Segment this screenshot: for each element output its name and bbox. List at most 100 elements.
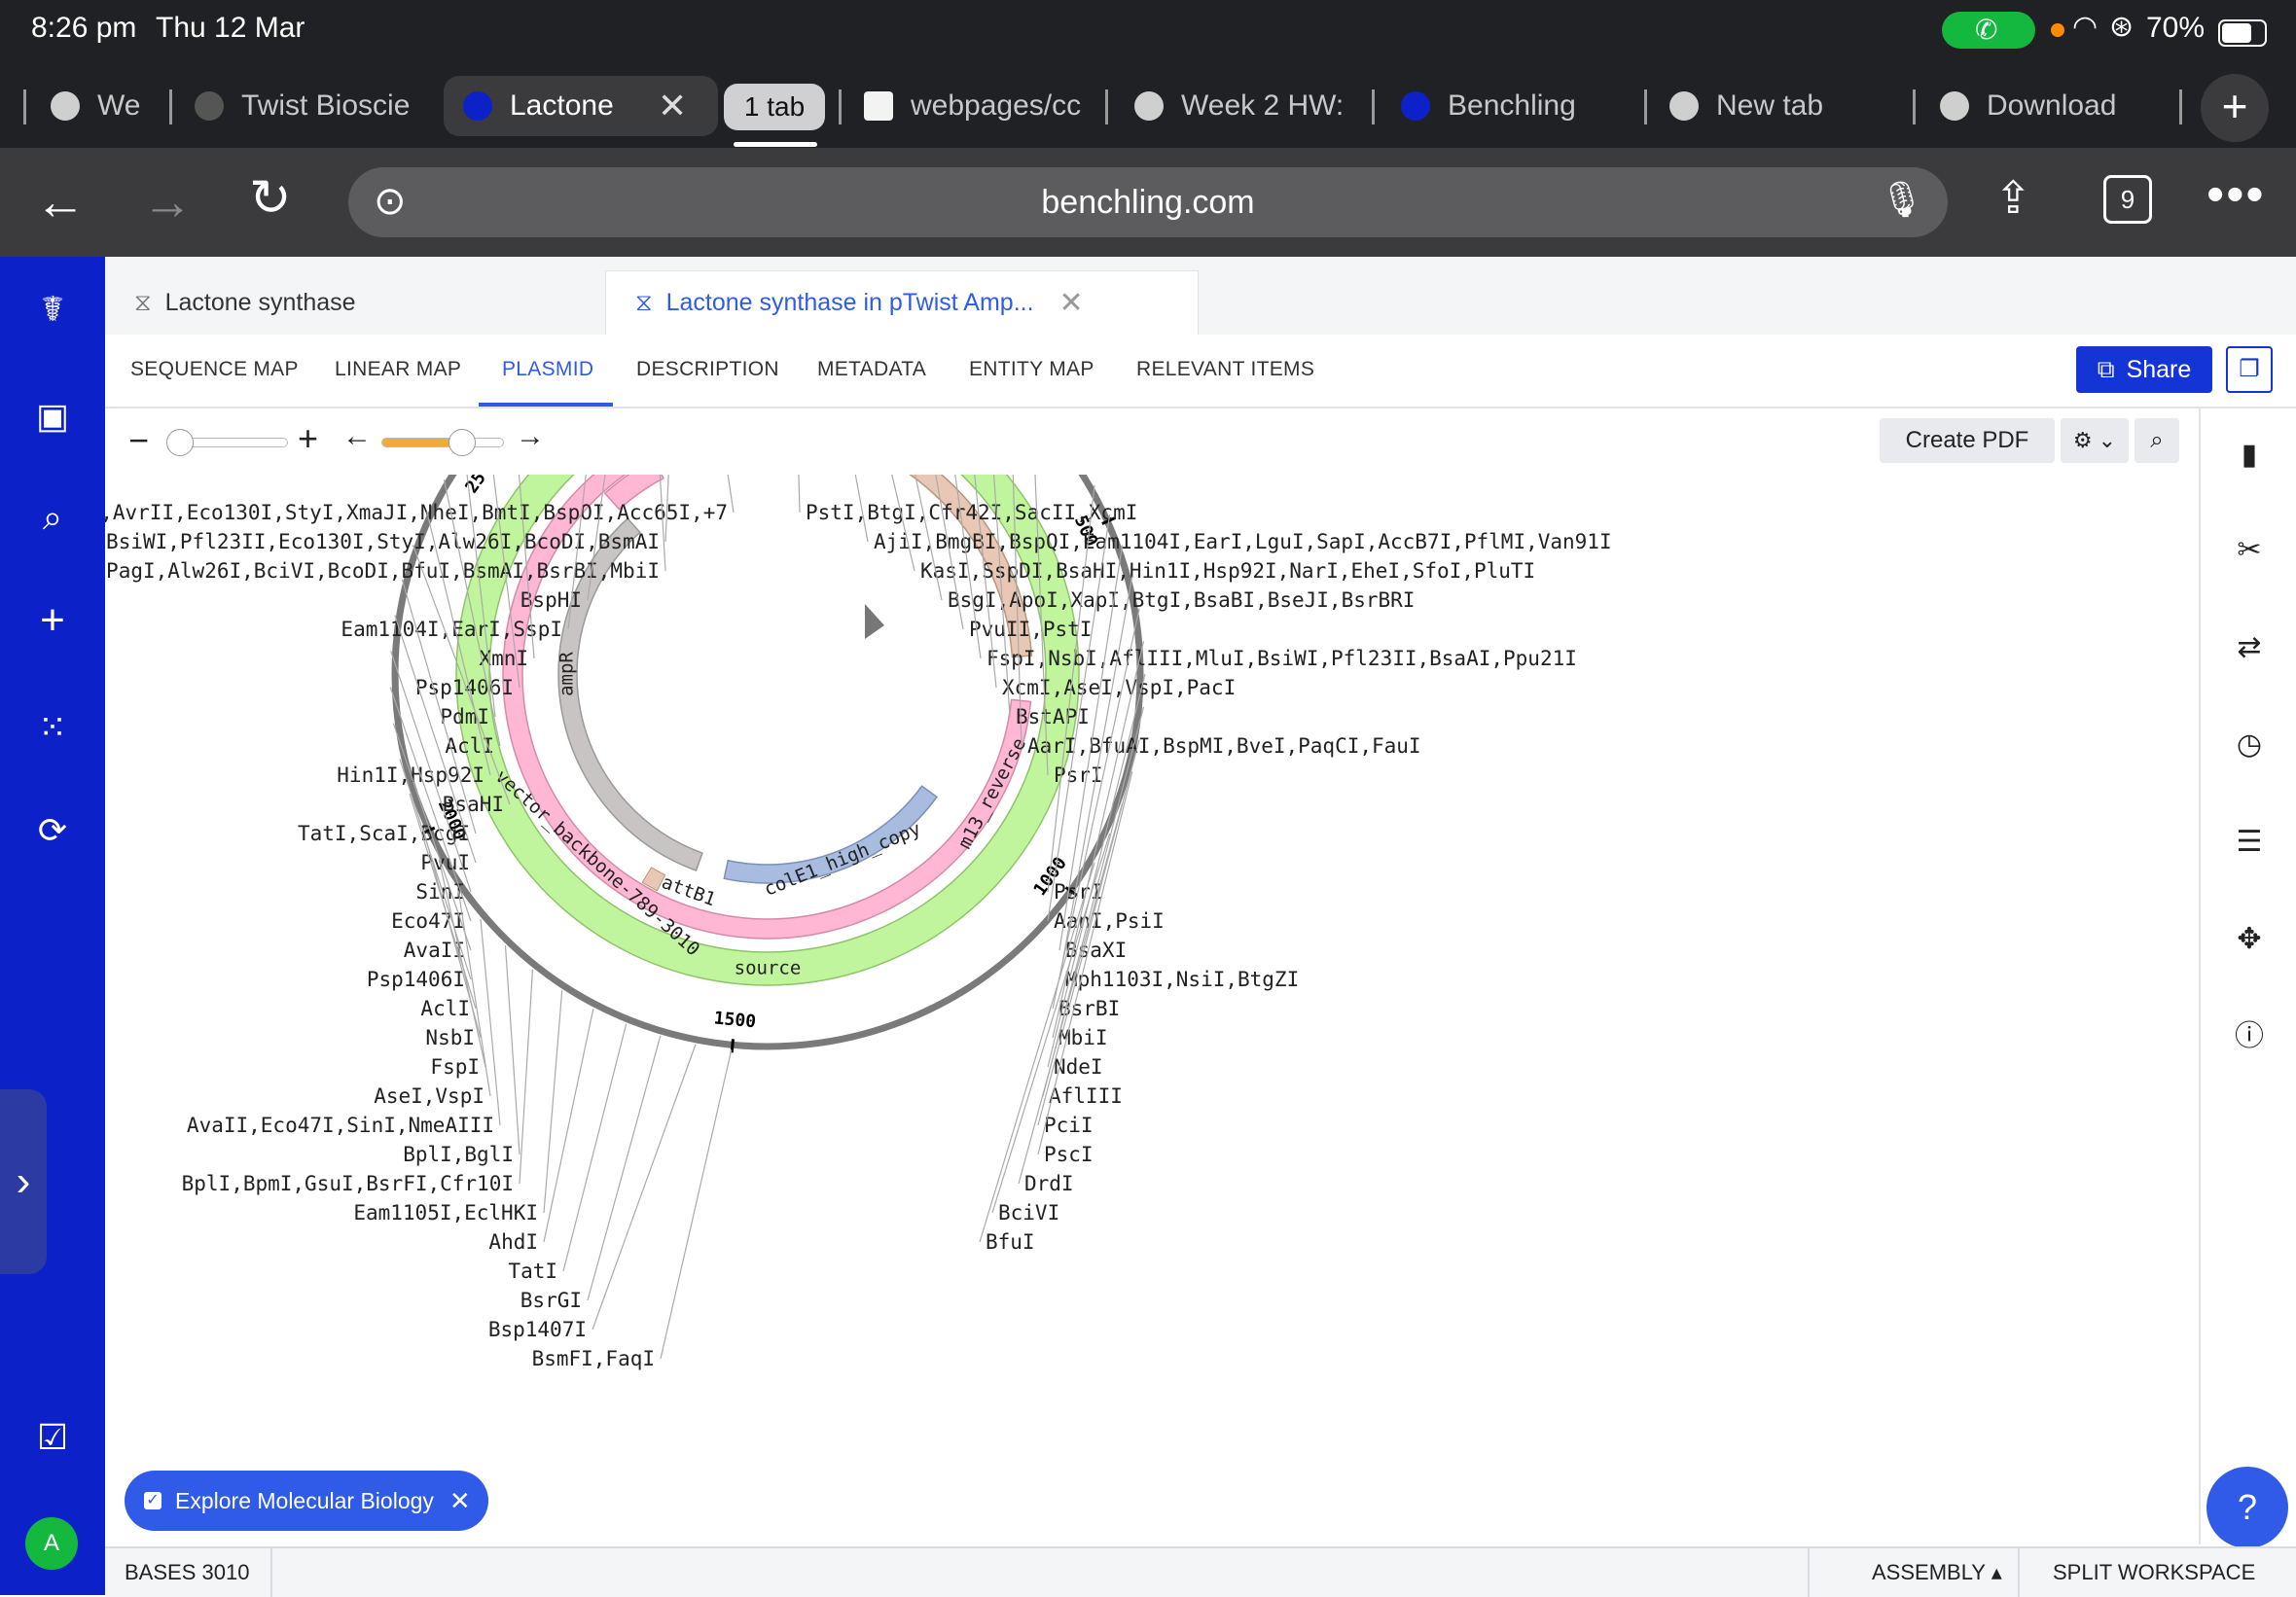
enzyme-label[interactable]: TatI [508, 1260, 557, 1283]
enzyme-label[interactable]: AseI,VspI [374, 1084, 484, 1108]
tab-plasmid[interactable]: PLASMID [502, 358, 593, 381]
tab-group-button[interactable]: 1 tab [724, 84, 825, 130]
tab-metadata[interactable]: METADATA [817, 358, 926, 381]
enzyme-label[interactable]: Psp1406I [415, 676, 514, 699]
lens-camera-icon[interactable]: ⊙ [374, 179, 407, 224]
close-doc-tab-icon[interactable]: ✕ [1059, 286, 1084, 320]
browser-tab-active[interactable]: Lactone ✕ [444, 76, 718, 136]
enzyme-label[interactable]: BsaHI [443, 793, 504, 816]
back-arrow-icon[interactable]: ← [35, 173, 86, 231]
tab-entity-map[interactable]: ENTITY MAP [969, 358, 1094, 381]
settings-dropdown[interactable]: ⚙ ⌄ [2061, 418, 2129, 463]
zoom-in-icon[interactable]: + [298, 418, 318, 459]
more-icon[interactable]: ••• [2206, 165, 2266, 224]
call-indicator[interactable]: ✆ [1942, 12, 2035, 49]
enzyme-label[interactable]: PstI,BtgI,Cfr42I,SacII,XcmI [806, 501, 1137, 524]
enzyme-label[interactable]: AvaII,Eco47I,SinI,NmeAIII [187, 1114, 494, 1137]
doc-tab-lactone-synthase[interactable]: ⧖ Lactone synthase [105, 270, 605, 335]
tab-linear-map[interactable]: LINEAR MAP [335, 358, 461, 381]
rotate-left-icon[interactable]: ← [342, 420, 372, 453]
rotate-right-icon[interactable]: → [516, 420, 545, 453]
tab-description[interactable]: DESCRIPTION [636, 358, 779, 381]
enzyme-label[interactable]: Mph1103I,NsiI,BtgZI [1065, 968, 1299, 991]
create-pdf-button[interactable]: Create PDF [1880, 418, 2055, 463]
scissors-icon[interactable]: ✂ [2230, 531, 2269, 570]
zoom-slider[interactable] [166, 429, 288, 456]
align-lines-icon[interactable]: ☰ [2230, 823, 2269, 862]
enzyme-label[interactable]: XcmI,AseI,VspI,PacI [1002, 676, 1236, 699]
tasks-check-icon[interactable]: ☑ [29, 1414, 76, 1461]
map-search-icon[interactable]: ⌕ [2135, 418, 2179, 463]
browser-tab-5[interactable]: Week 2 HW: [1134, 76, 1378, 136]
browser-tab-6[interactable]: Benchling [1401, 76, 1644, 136]
enzyme-label[interactable]: AarI,BfuAI,BspMI,BveI,PaqCI,FauI [1027, 734, 1421, 758]
enzyme-label[interactable]: BfuI [986, 1230, 1035, 1254]
sync-folder-icon[interactable]: ⟳ [29, 807, 76, 854]
apps-grid-icon[interactable]: ⁙ [29, 704, 76, 751]
enzyme-label[interactable]: BplI,BglI [403, 1143, 514, 1166]
info-icon[interactable]: ⓘ [2230, 1017, 2269, 1056]
doc-tab-plasmid[interactable]: ⧖ Lactone synthase in pTwist Amp... ✕ [605, 270, 1199, 335]
new-tab-plus-icon[interactable]: + [2201, 74, 2269, 142]
zoom-slider-handle[interactable] [166, 429, 194, 456]
browser-tab-7[interactable]: New tab [1669, 76, 1913, 136]
enzyme-label[interactable]: AflIII [1049, 1084, 1123, 1108]
enzyme-label[interactable]: KasI,SspDI,BsaHI,Hin1I,Hsp92I,NarI,EheI,… [920, 559, 1535, 583]
url-bar[interactable]: ⊙ benchling.com 🎙 [348, 167, 1948, 237]
enzyme-label[interactable]: Eam1105I,EclHKI [353, 1201, 538, 1224]
microphone-icon[interactable]: 🎙 [1880, 179, 1924, 220]
briefcase-icon[interactable]: ▣ [29, 393, 76, 440]
tab-relevant-items[interactable]: RELEVANT ITEMS [1136, 358, 1314, 381]
enzyme-label[interactable]: BplI,BpmI,GsuI,BsrFI,Cfr10I [182, 1172, 514, 1195]
url-text[interactable]: benchling.com [1041, 184, 1254, 222]
plasmid-map[interactable]: 50010001500200025003000insertsourcevecto… [0, 276, 2199, 1544]
search-icon[interactable]: ⌕ [29, 494, 76, 541]
enzyme-label[interactable]: Eam1104I,EarI,SspI [341, 618, 562, 641]
rotation-slider-handle[interactable] [448, 429, 476, 456]
enzyme-label[interactable]: Bsp1407I [488, 1318, 587, 1341]
browser-tab-0[interactable]: We [51, 76, 148, 136]
history-clock-icon[interactable]: ◷ [2230, 726, 2269, 764]
share-button[interactable]: ⧉ Share [2076, 346, 2212, 393]
feature-label[interactable]: ampR [556, 652, 578, 696]
split-workspace-button[interactable]: SPLIT WORKSPACE [2053, 1560, 2255, 1585]
enzyme-label[interactable]: MbiI [1058, 1026, 1108, 1049]
enzyme-label[interactable]: PvuII,PstI [969, 618, 1092, 641]
close-chip-icon[interactable]: ✕ [449, 1486, 471, 1516]
browser-tab-8[interactable]: Download [1940, 76, 2183, 136]
reload-icon[interactable]: ↻ [249, 169, 292, 228]
browser-tab-1[interactable]: Twist Bioscie [195, 76, 418, 136]
enzyme-label[interactable]: XmnI [479, 647, 528, 670]
enzyme-label[interactable]: DrdI [1024, 1172, 1074, 1195]
enzyme-label[interactable]: PscI [1044, 1143, 1094, 1166]
assembly-menu[interactable]: ASSEMBLY ▴ [1872, 1560, 2002, 1585]
avatar[interactable]: A [25, 1517, 78, 1570]
tab-count-button[interactable]: 9 [2103, 175, 2152, 224]
enzyme-label[interactable]: NsbI [425, 1026, 475, 1049]
plus-icon[interactable]: + [29, 597, 76, 644]
enzyme-label[interactable]: PdmI [440, 705, 489, 728]
enzyme-label[interactable]: PciI [1044, 1114, 1094, 1137]
rotation-slider[interactable] [381, 429, 504, 456]
enzyme-label[interactable]: AjiI,BmgBI,BspQI,Eam1104I,EarI,LguI,SapI… [874, 530, 1612, 553]
enzyme-label[interactable]: Psp1406I [367, 968, 465, 991]
enzyme-label[interactable]: FspI [430, 1055, 480, 1079]
enzyme-label[interactable]: BsiWI,Pfl23II,Eco130I,StyI,Alw26I,BcoDI,… [106, 530, 660, 553]
enzyme-label[interactable]: BsmFI,FaqI [532, 1347, 655, 1370]
tab-sequence-map[interactable]: SEQUENCE MAP [130, 358, 299, 381]
enzyme-label[interactable]: PagI,Alw26I,BciVI,BcoDI,BfuI,BsmAI,BsrBI… [106, 559, 660, 583]
zoom-out-icon[interactable]: − [128, 420, 149, 461]
feature-label[interactable]: source [735, 958, 802, 979]
bookmark-icon[interactable]: ▮ [2230, 436, 2269, 475]
explore-molecular-biology-chip[interactable]: ✓ Explore Molecular Biology ✕ [125, 1471, 488, 1531]
browser-tab-4[interactable]: webpages/cc [864, 76, 1107, 136]
enzyme-label[interactable]: NheI,BmtI,BspOI,AvrII,Eco130I,StyI,XmaJI… [0, 501, 728, 524]
enzyme-label[interactable]: AhdI [488, 1230, 538, 1254]
enzyme-label[interactable]: BsrGI [520, 1289, 582, 1312]
forward-arrow-icon[interactable]: → [142, 173, 193, 231]
swap-arrows-icon[interactable]: ⇄ [2230, 628, 2269, 667]
close-tab-icon[interactable]: ✕ [658, 86, 687, 126]
copy-icon[interactable]: ❐ [2226, 346, 2273, 393]
enzyme-label[interactable]: BciVI [998, 1201, 1059, 1224]
enzyme-label[interactable]: AclI [420, 997, 470, 1020]
